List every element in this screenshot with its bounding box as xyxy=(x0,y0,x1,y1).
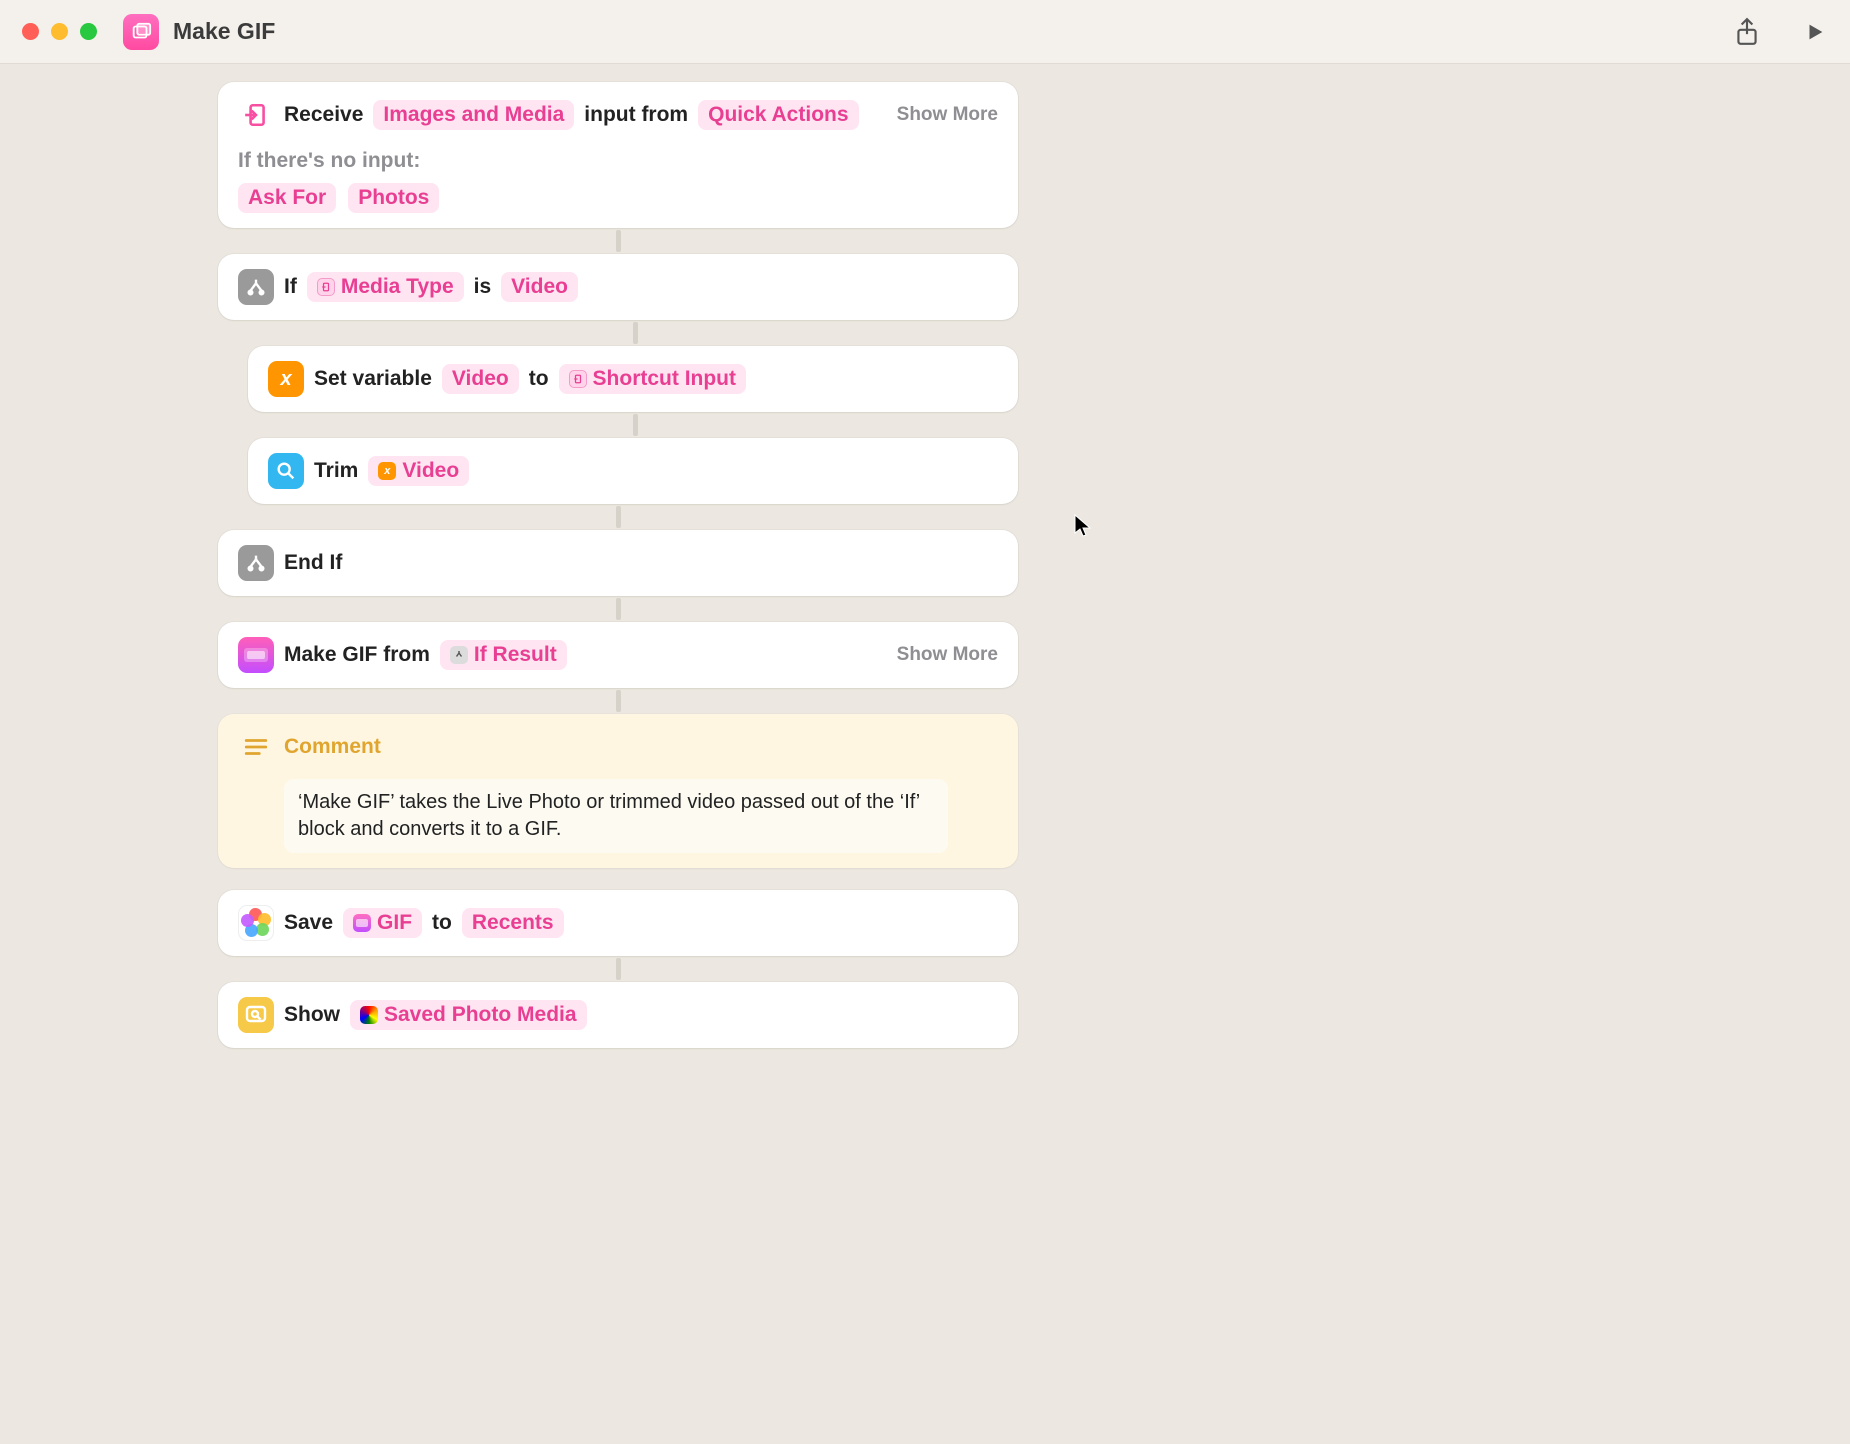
show-more-button[interactable]: Show More xyxy=(897,104,998,126)
connector xyxy=(633,322,638,344)
action-set-variable[interactable]: x Set variable Video to Shortcut Input xyxy=(248,346,1018,412)
photos-icon xyxy=(238,905,274,941)
shortcut-title: Make GIF xyxy=(173,18,275,45)
action-make-gif[interactable]: Make GIF from If Result Show More xyxy=(218,622,1018,688)
action-save[interactable]: Save GIF to Recents xyxy=(218,890,1018,956)
gif-source-name: If Result xyxy=(474,643,557,667)
token-trim-target[interactable]: x Video xyxy=(368,456,469,486)
titlebar: Make GIF xyxy=(0,0,1850,64)
variable-mini-icon xyxy=(317,278,335,296)
action-show[interactable]: Show Saved Photo Media xyxy=(218,982,1018,1048)
show-label: Show xyxy=(284,1003,340,1027)
branch-icon xyxy=(238,269,274,305)
make-gif-label: Make GIF from xyxy=(284,643,430,667)
token-show-item[interactable]: Saved Photo Media xyxy=(350,1000,587,1030)
var-value-name: Shortcut Input xyxy=(593,367,736,391)
variable-mini-icon: x xyxy=(378,462,396,480)
connector xyxy=(616,506,621,528)
token-fallback-param[interactable]: Photos xyxy=(348,183,439,213)
show-item-name: Saved Photo Media xyxy=(384,1003,577,1027)
token-if-variable[interactable]: Media Type xyxy=(307,272,464,302)
token-var-name[interactable]: Video xyxy=(442,364,519,394)
variable-mini-icon xyxy=(569,370,587,388)
connector xyxy=(616,230,621,252)
variable-icon: x xyxy=(268,361,304,397)
connector xyxy=(633,414,638,436)
action-trim[interactable]: Trim x Video xyxy=(248,438,1018,504)
end-if-label: End If xyxy=(284,551,342,575)
token-gif-source[interactable]: If Result xyxy=(440,640,567,670)
no-input-label: If there's no input: xyxy=(238,149,998,173)
receive-from-label: input from xyxy=(584,103,688,127)
photos-mini-icon xyxy=(360,1006,378,1024)
shortcut-icon xyxy=(123,14,159,50)
gif-mini-icon xyxy=(353,914,371,932)
token-source[interactable]: Quick Actions xyxy=(698,100,858,130)
token-if-value[interactable]: Video xyxy=(501,272,578,302)
run-icon[interactable] xyxy=(1804,19,1826,45)
token-save-item[interactable]: GIF xyxy=(343,908,422,938)
canvas[interactable]: Receive Images and Media input from Quic… xyxy=(0,64,1850,1444)
branch-mini-icon xyxy=(450,646,468,664)
input-icon xyxy=(238,97,274,133)
quicklook-icon xyxy=(268,453,304,489)
set-var-label: Set variable xyxy=(314,367,432,391)
token-input-type[interactable]: Images and Media xyxy=(373,100,574,130)
token-fallback-action[interactable]: Ask For xyxy=(238,183,336,213)
token-var-value[interactable]: Shortcut Input xyxy=(559,364,746,394)
receive-label: Receive xyxy=(284,103,363,127)
set-var-to: to xyxy=(529,367,549,391)
if-variable-name: Media Type xyxy=(341,275,454,299)
token-save-album[interactable]: Recents xyxy=(462,908,564,938)
action-receive[interactable]: Receive Images and Media input from Quic… xyxy=(218,82,1018,228)
branch-icon xyxy=(238,545,274,581)
comment-body[interactable]: ‘Make GIF’ takes the Live Photo or trimm… xyxy=(284,779,948,853)
quicklook-icon xyxy=(238,997,274,1033)
connector xyxy=(616,598,621,620)
save-to: to xyxy=(432,911,452,935)
action-if[interactable]: If Media Type is Video xyxy=(218,254,1018,320)
save-label: Save xyxy=(284,911,333,935)
show-more-button[interactable]: Show More xyxy=(897,644,998,666)
minimize-button[interactable] xyxy=(51,23,68,40)
save-item-name: GIF xyxy=(377,911,412,935)
if-label: If xyxy=(284,275,297,299)
gif-icon xyxy=(238,637,274,673)
connector xyxy=(616,690,621,712)
comment-icon xyxy=(238,729,274,765)
action-comment[interactable]: Comment ‘Make GIF’ takes the Live Photo … xyxy=(218,714,1018,868)
trim-target-name: Video xyxy=(402,459,459,483)
share-icon[interactable] xyxy=(1734,17,1760,47)
connector xyxy=(616,958,621,980)
trim-label: Trim xyxy=(314,459,358,483)
comment-title: Comment xyxy=(284,735,381,759)
zoom-button[interactable] xyxy=(80,23,97,40)
action-end-if[interactable]: End If xyxy=(218,530,1018,596)
window-controls xyxy=(22,23,97,40)
if-comparator: is xyxy=(474,275,492,299)
close-button[interactable] xyxy=(22,23,39,40)
